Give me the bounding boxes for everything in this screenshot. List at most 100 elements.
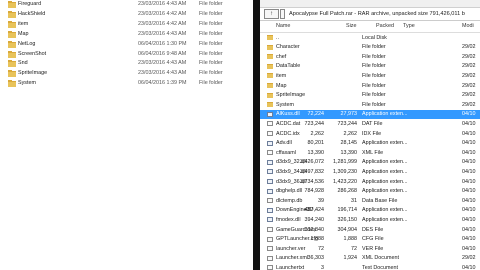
dll-icon — [267, 111, 273, 117]
folder-date: 23/03/2016 4:42 AM — [138, 20, 187, 27]
archive-row[interactable]: d3dx9_36.dll 3,734,536 1,423,220 Applicatio… — [260, 178, 480, 186]
dll-icon — [267, 207, 273, 213]
file-icon — [267, 265, 273, 270]
row-name: Character — [276, 44, 300, 51]
folder-icon — [267, 44, 273, 50]
folder-date: 23/03/2016 4:42 AM — [138, 10, 187, 17]
row-type: XML File — [362, 149, 384, 156]
row-size: 1,888 — [310, 236, 325, 243]
folder-name: Map — [18, 30, 29, 37]
folder-row[interactable]: Fireguard 23/03/2016 4:43 AM File folder — [0, 0, 253, 10]
folder-name: HackShield — [18, 10, 46, 17]
row-modified: 29/02 — [462, 44, 476, 51]
col-packed[interactable]: Packed — [376, 21, 394, 32]
col-modified[interactable]: Modi — [462, 21, 474, 32]
row-modified: 29/02 — [462, 63, 476, 70]
row-packed: 196,714 — [337, 207, 358, 214]
folder-type: File folder — [199, 1, 223, 7]
archive-row[interactable]: GameGuard.des 312,840 304,904 DES File 04/10 — [260, 226, 480, 234]
archive-row[interactable]: ACDC.dat 723,244 723,244 DAT File 04/10 — [260, 120, 480, 128]
row-size: 3,426,072 — [300, 159, 324, 166]
folder-row[interactable]: System 06/04/2016 1:39 PM File folder — [0, 79, 253, 89]
col-type[interactable]: Type — [403, 21, 415, 32]
row-type: VER File — [362, 245, 384, 252]
row-type: Application exten... — [362, 140, 408, 147]
row-modified: 04/10 — [462, 159, 476, 166]
explorer-pane: Fireguard 23/03/2016 4:43 AM File folder Ha… — [0, 0, 253, 270]
archive-row[interactable]: cffaxaml 13,390 13,390 XML File 04/10 — [260, 149, 480, 157]
row-modified: 04/10 — [462, 226, 476, 233]
row-type: Application exten... — [362, 188, 408, 195]
folder-row[interactable]: ScreenShot 06/04/2016 9:48 AM File folder — [0, 50, 253, 60]
row-modified: 04/10 — [462, 178, 476, 185]
row-modified: 29/02 — [462, 53, 476, 60]
archive-row[interactable]: launcher.ver 72 72 VER File 04/10 — [260, 245, 480, 253]
row-name: SpriteImage — [276, 92, 306, 99]
row-modified: 04/10 — [462, 264, 476, 270]
row-size: 36,303 — [307, 255, 325, 262]
archive-row[interactable]: d3dx9_32.dll 3,426,072 1,281,999 Applicatio… — [260, 158, 480, 166]
archive-row[interactable]: item File folder 29/02 — [260, 72, 480, 80]
col-size[interactable]: Size — [346, 21, 357, 32]
folder-row[interactable]: HackShield 23/03/2016 4:42 AM File folder — [0, 10, 253, 20]
archive-row[interactable]: GPTLauncher.cfg 1,888 1,888 CFG File 04/10 — [260, 235, 480, 243]
archive-row[interactable]: AlKuss.dll 72,224 27,973 Application exten.… — [260, 110, 480, 119]
row-size: 784,928 — [304, 188, 325, 195]
folder-type: File folder — [199, 60, 223, 67]
folder-date: 06/04/2016 1:39 PM — [138, 80, 187, 87]
archive-row[interactable]: Launchertxt 3 Text Document 04/10 — [260, 264, 480, 270]
row-modified: 04/10 — [462, 245, 476, 252]
row-size: 2,262 — [310, 130, 325, 137]
pane-divider[interactable] — [253, 0, 260, 270]
folder-icon — [8, 70, 16, 78]
archive-row[interactable]: .. Local Disk — [260, 34, 480, 42]
folder-name: SpriteImage — [18, 70, 48, 77]
folder-row[interactable]: item 23/03/2016 4:42 AM File folder — [0, 20, 253, 30]
col-name[interactable]: Name — [276, 21, 290, 32]
row-packed: 326,150 — [337, 216, 358, 223]
folder-icon — [8, 80, 16, 88]
archive-row[interactable]: Character File folder 29/02 — [260, 43, 480, 51]
row-packed: 723,244 — [337, 120, 358, 127]
folder-icon — [267, 54, 273, 60]
archive-row[interactable]: Launcher.xml 36,303 1,924 XML Document 29/02 — [260, 254, 480, 262]
folder-type: File folder — [199, 20, 223, 27]
archive-row[interactable]: ACDC.idx 2,262 2,262 IDX File 04/10 — [260, 130, 480, 138]
folder-row[interactable]: Map 23/03/2016 4:43 AM File folder — [0, 30, 253, 40]
folder-row[interactable]: Snd 23/03/2016 4:43 AM File folder — [0, 59, 253, 69]
folder-type: File folder — [199, 30, 223, 37]
row-type: File folder — [362, 72, 386, 79]
archive-row[interactable]: chef File folder 29/02 — [260, 53, 480, 61]
archive-row[interactable]: d3dx9_34.dll 3,497,832 1,309,230 Applicatio… — [260, 168, 480, 176]
row-modified: 04/10 — [462, 207, 476, 214]
folder-icon — [267, 35, 273, 40]
up-folder-button[interactable]: ↑ — [264, 9, 279, 19]
folder-row[interactable]: SpriteImage 23/03/2016 4:43 AM File folder — [0, 69, 253, 79]
folder-name: NetLog — [18, 40, 36, 47]
archive-row[interactable]: System File folder 29/02 — [260, 101, 480, 109]
row-packed: 304,904 — [337, 226, 358, 233]
folder-row[interactable]: NetLog 06/04/2016 1:30 PM File folder — [0, 40, 253, 50]
row-size: 72 — [318, 245, 324, 252]
archive-row[interactable]: dlctemp.db 39 31 Data Base File 04/10 — [260, 197, 480, 205]
archive-row[interactable]: dbghelp.dll 784,928 286,268 Application ext… — [260, 187, 480, 195]
winrar-window: ↑ Apocalypse Full Patch.rar - RAR archiv… — [260, 0, 480, 270]
folder-date: 06/04/2016 1:30 PM — [138, 40, 187, 47]
row-size: 723,244 — [304, 120, 325, 127]
archive-row[interactable]: fmodex.dll 394,240 326,150 Application exte… — [260, 216, 480, 224]
column-header: Name Size Packed Type Modi — [260, 21, 480, 33]
archive-row[interactable]: DataTable File folder 29/02 — [260, 62, 480, 70]
archive-row[interactable]: Adv.dll 80,201 28,145 Application exten... 0… — [260, 139, 480, 147]
dll-icon — [267, 188, 273, 194]
archive-row[interactable]: Map File folder 29/02 — [260, 82, 480, 90]
path-dropdown-button[interactable] — [280, 9, 285, 19]
archive-row[interactable]: SpriteImage File folder 29/02 — [260, 91, 480, 99]
folder-icon — [267, 92, 273, 98]
row-modified: 29/02 — [462, 255, 476, 262]
row-name: launcher.ver — [276, 245, 306, 252]
row-type: Application exten... — [362, 159, 408, 166]
file-icon — [267, 198, 273, 204]
archive-row[interactable]: DownEngine3D... 487,424 196,714 Application… — [260, 206, 480, 214]
row-size: 487,424 — [304, 207, 325, 214]
row-packed: 72 — [351, 245, 357, 252]
